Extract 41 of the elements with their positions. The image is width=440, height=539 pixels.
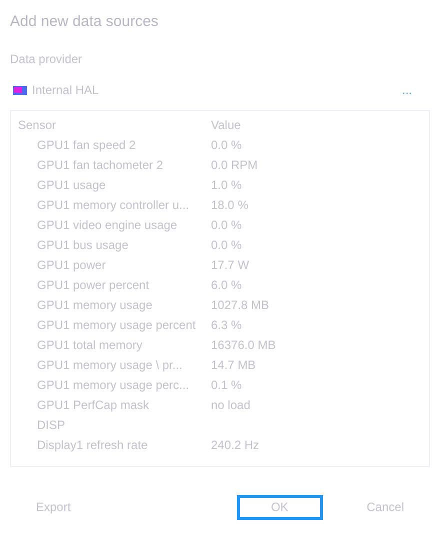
value-cell-text: 0.0 % [211,237,242,254]
field-label: Data provider [9,51,84,68]
sensor-cell[interactable]: Display1 refresh rate [11,436,211,454]
column-header: Value [211,117,241,134]
dialog-button[interactable]: Cancel [354,494,416,520]
value-cell-text: 6.0 % [211,277,242,294]
dialog-button[interactable]: OK [236,494,323,520]
sensor-cell[interactable]: GPU1 memory controller u... [11,196,211,214]
sensor-cell[interactable]: GPU1 power percent [11,276,211,294]
value-cell-text: 1.0 % [211,177,242,194]
value-cell-text: 0.0 % [211,217,242,234]
value-cell-text: 17.7 W [211,257,250,274]
gpu-icon [13,86,27,94]
value-cell-text: 0.0 RPM [211,157,258,174]
value-cell-text: 1027.8 MB [211,297,270,314]
sensor-cell[interactable]: GPU1 power [11,256,211,274]
value-cell-text: 18.0 % [211,197,248,214]
sensor-cell[interactable]: GPU1 usage [11,176,211,194]
sensor-cell[interactable]: GPU1 total memory [11,336,211,354]
value-cell-text: 0.0 % [211,137,242,154]
sensor-cell[interactable]: GPU1 memory usage [11,296,211,314]
more-button[interactable]: ... [390,77,424,103]
value-cell-text: 0.1 % [211,377,242,394]
value-cell-text: 6.3 % [211,317,242,334]
column-header: Sensor [17,117,58,134]
dialog-button[interactable]: Export [24,494,83,520]
value-cell-text: 14.7 MB [211,357,256,374]
value-cell-text: 16376.0 MB [211,337,276,354]
dialog-title: Add new data sources [9,12,160,32]
sensor-cell[interactable]: GPU1 bus usage [11,236,211,254]
sensor-cell[interactable]: GPU1 PerfCap mask [11,396,211,414]
value-cell-text: no load [211,397,250,414]
sensor-cell[interactable]: GPU1 fan tachometer 2 [11,156,211,174]
sensor-cell[interactable]: GPU1 memory usage percent [11,316,211,334]
sensor-cell[interactable]: GPU1 video engine usage [11,216,211,234]
value-cell-text: 240.2 Hz [211,437,260,454]
sensor-cell[interactable]: DISP [11,416,211,434]
provider-name: Internal HAL [32,82,99,99]
sensor-cell[interactable]: GPU1 fan speed 2 [11,136,211,154]
sensor-cell[interactable]: GPU1 memory usage perc... [11,376,211,394]
sensor-cell[interactable]: GPU1 memory usage \ pr... [11,356,211,374]
